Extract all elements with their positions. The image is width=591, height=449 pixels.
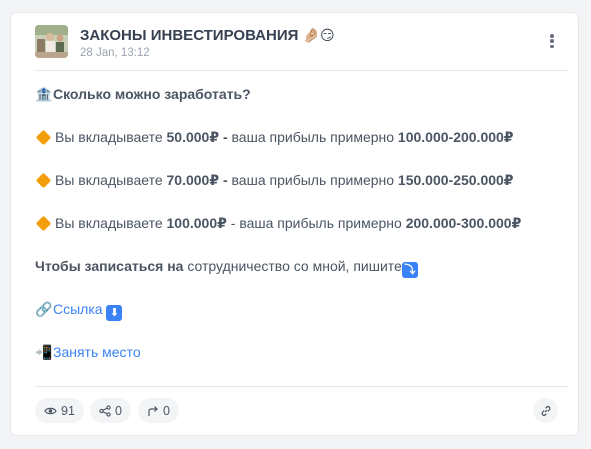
offer-text: Вы вкладываете — [55, 215, 167, 231]
offer-line: Вы вкладываете 100.000₽ - ваша прибыль п… — [35, 214, 521, 232]
offer-amount: 50.000₽ - — [166, 129, 228, 145]
title-emoji: 🤌🏼😏 — [302, 28, 335, 44]
shares-button[interactable]: 0 — [138, 398, 179, 423]
header-divider — [35, 70, 568, 71]
copy-link-button[interactable] — [533, 398, 558, 423]
post-footer: 91 0 0 — [35, 398, 558, 424]
orange-diamond-icon — [35, 215, 52, 232]
arrow-down-icon: ⬇ — [106, 305, 123, 321]
more-options-icon[interactable] — [544, 31, 560, 51]
channel-avatar[interactable] — [35, 25, 68, 58]
footer-divider — [35, 386, 568, 387]
shares-count: 0 — [163, 403, 170, 418]
headline-text: Сколько можно заработать? — [53, 86, 251, 102]
offer-profit: 200.000-300.000₽ — [405, 215, 522, 231]
offer-line: Вы вкладываете 70.000₽ - ваша прибыль пр… — [35, 171, 514, 189]
offer-profit: 100.000-200.000₽ — [397, 129, 514, 145]
offer-text: Вы вкладываете — [55, 172, 167, 188]
chain-link-icon: 🔗 — [35, 302, 53, 318]
offer-amount: 100.000₽ — [166, 215, 227, 231]
orange-diamond-icon — [35, 172, 52, 189]
channel-title[interactable]: ЗАКОНЫ ИНВЕСТИРОВАНИЯ 🤌🏼😏 — [80, 27, 335, 44]
phone-arrow-icon: 📲 — [35, 345, 53, 361]
offer-text: Вы вкладываете — [55, 129, 167, 145]
eye-icon — [44, 407, 57, 414]
offer-text: ваша прибыль примерно — [227, 172, 398, 188]
reactions-count: 0 — [115, 403, 122, 418]
channel-title-text: ЗАКОНЫ ИНВЕСТИРОВАНИЯ — [80, 27, 299, 44]
offer-profit: 150.000-250.000₽ — [397, 172, 514, 188]
offer-text: - ваша прибыль примерно — [226, 215, 406, 231]
cta-line: Чтобы записаться на сотрудничество со мн… — [35, 257, 418, 278]
offer-amount: 70.000₽ - — [166, 172, 228, 188]
offer-text: ваша прибыль примерно — [227, 129, 398, 145]
reserve-line: 📲Занять место — [35, 343, 141, 362]
orange-diamond-icon — [35, 129, 52, 146]
post-header: ЗАКОНЫ ИНВЕСТИРОВАНИЯ 🤌🏼😏 28 Jan, 13:12 — [35, 25, 566, 65]
link-ssylka[interactable]: Ссылка — [53, 301, 103, 317]
bank-icon: 🏦 — [35, 87, 53, 103]
forward-arrow-icon — [148, 405, 158, 416]
arrow-down-right-icon: ⤵ — [401, 262, 418, 278]
post-card: ЗАКОНЫ ИНВЕСТИРОВАНИЯ 🤌🏼😏 28 Jan, 13:12 … — [10, 12, 579, 436]
cta-text: сотрудничество со мной, пишите — [183, 258, 402, 274]
offer-line: Вы вкладываете 50.000₽ - ваша прибыль пр… — [35, 128, 514, 146]
views-count: 91 — [61, 403, 75, 418]
headline: 🏦Сколько можно заработать? — [35, 85, 251, 104]
link-icon — [541, 405, 550, 416]
views-button[interactable]: 91 — [35, 398, 84, 423]
share-nodes-icon — [99, 404, 111, 417]
link-line: 🔗Ссылка ⬇ — [35, 300, 123, 321]
post-date: 28 Jan, 13:12 — [80, 47, 150, 59]
link-reserve-spot[interactable]: Занять место — [53, 344, 141, 360]
cta-bold: Чтобы записаться на — [35, 258, 184, 274]
reactions-button[interactable]: 0 — [90, 398, 131, 423]
